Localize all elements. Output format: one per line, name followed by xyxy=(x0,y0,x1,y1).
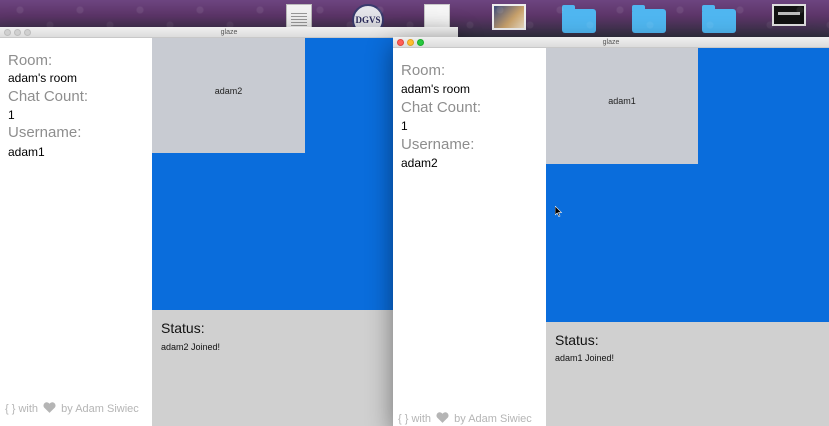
video-tile: adam2 xyxy=(152,38,305,153)
status-label: Status: xyxy=(161,320,205,336)
username-label: Username: xyxy=(8,124,82,141)
info-sidebar: Room: adam's room Chat Count: 1 Username… xyxy=(393,48,546,426)
window-title: glaze xyxy=(602,39,620,46)
screenshot-icon[interactable] xyxy=(772,4,806,26)
footer-author: by Adam Siwiec xyxy=(454,413,532,425)
heart-icon xyxy=(436,412,449,423)
room-label: Room: xyxy=(401,62,446,79)
footer-prefix: { } with xyxy=(398,413,432,425)
photo-icon[interactable] xyxy=(492,4,526,30)
chat-count-label: Chat Count: xyxy=(401,99,482,116)
folder-icon[interactable] xyxy=(702,5,736,33)
folder-icon[interactable] xyxy=(632,5,666,33)
room-value: adam's room xyxy=(8,71,77,85)
status-message: adam1 Joined! xyxy=(555,353,615,363)
info-sidebar: Room: adam's room Chat Count: 1 Username… xyxy=(0,38,152,426)
chat-count-value: 1 xyxy=(401,119,408,133)
username-value: adam2 xyxy=(401,156,438,170)
video-area: adam1 xyxy=(546,48,829,322)
app-window-right: glaze Room: adam's room Chat Count: 1 Us… xyxy=(393,37,829,426)
window-titlebar[interactable]: glaze xyxy=(0,27,458,38)
chat-count-label: Chat Count: xyxy=(8,88,89,105)
username-value: adam1 xyxy=(8,145,45,159)
room-value: adam's room xyxy=(401,82,470,96)
window-titlebar[interactable]: glaze xyxy=(393,37,829,48)
footer-prefix: { } with xyxy=(5,403,39,415)
heart-icon xyxy=(43,402,56,413)
footer-credit: { } with by Adam Siwiec xyxy=(398,412,532,425)
footer-author: by Adam Siwiec xyxy=(61,403,139,415)
footer-credit: { } with by Adam Siwiec xyxy=(5,402,139,415)
status-panel: Status: adam1 Joined! xyxy=(546,322,829,426)
room-label: Room: xyxy=(8,52,53,69)
username-label: Username: xyxy=(401,136,475,153)
chat-count-value: 1 xyxy=(8,108,15,122)
app-window-left: glaze Room: adam's room Chat Count: 1 Us… xyxy=(0,27,458,426)
folder-icon[interactable] xyxy=(562,5,596,33)
window-title: glaze xyxy=(220,29,238,36)
status-label: Status: xyxy=(555,332,599,348)
mouse-cursor-icon xyxy=(555,206,563,217)
seal-icon-text: DGVS xyxy=(355,15,381,25)
video-tile: adam1 xyxy=(546,48,698,164)
status-message: adam2 Joined! xyxy=(161,342,221,352)
